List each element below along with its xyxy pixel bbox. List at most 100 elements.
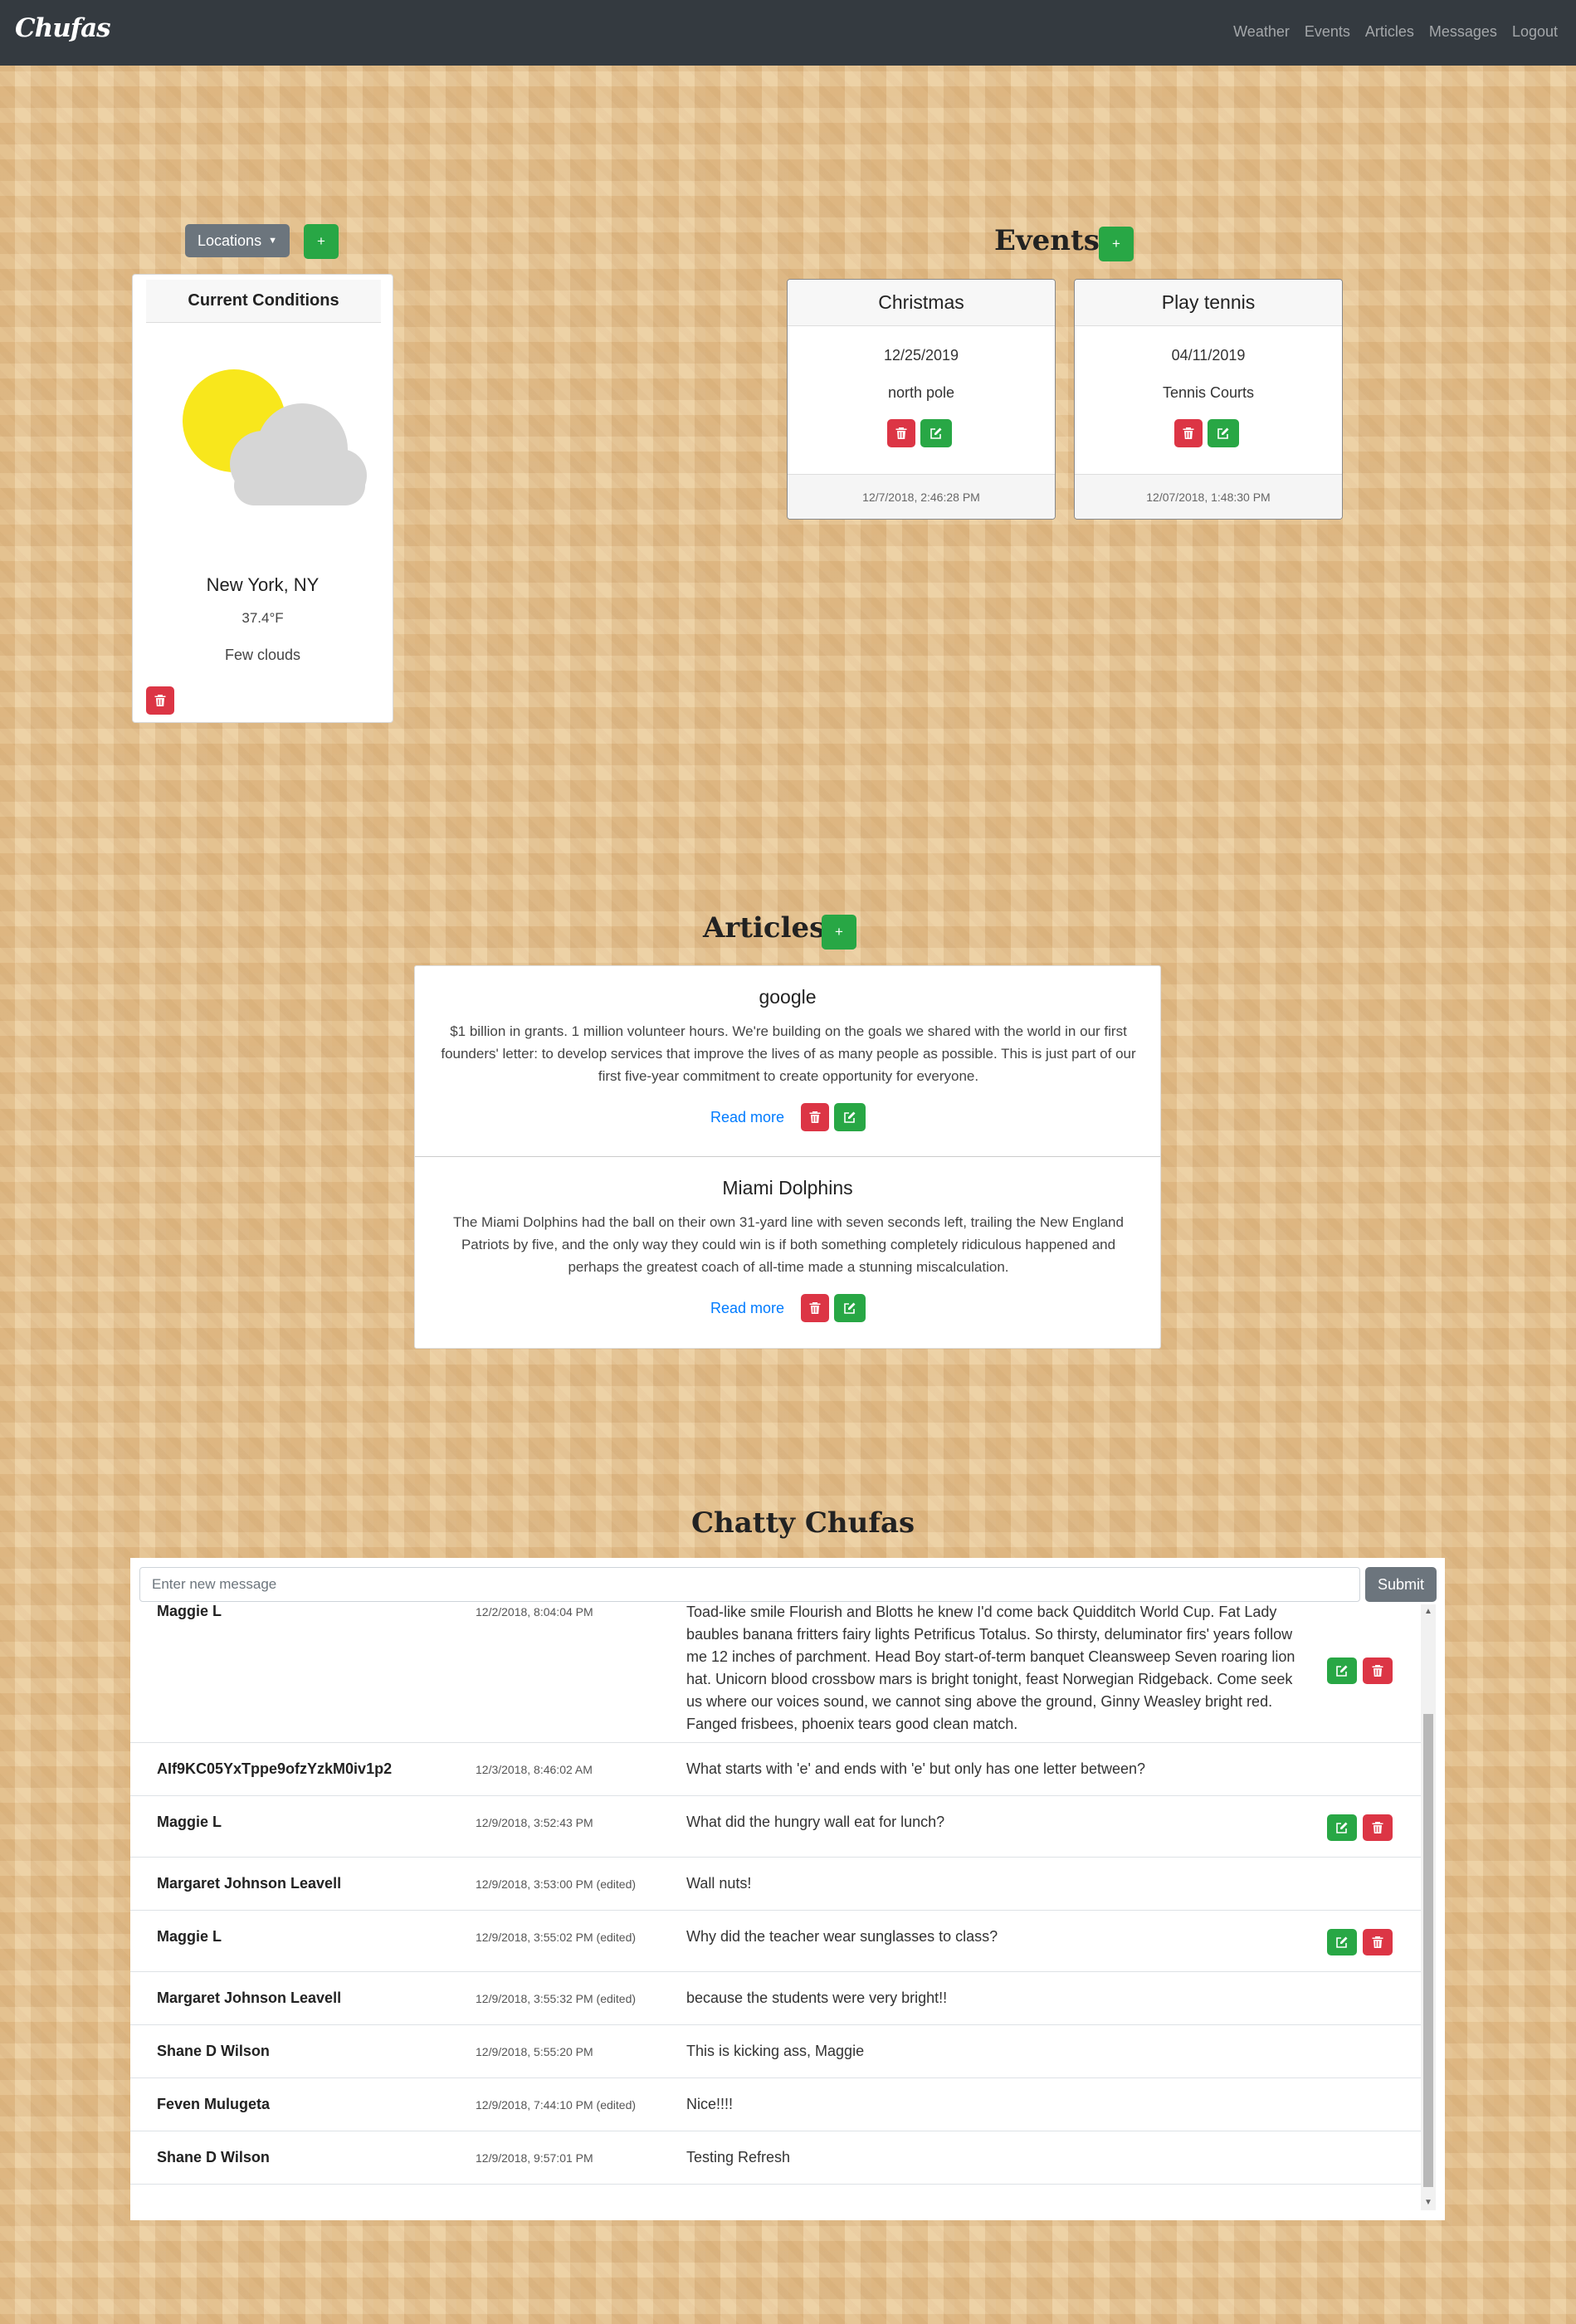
event-date: 12/25/2019 [883,347,959,364]
message-author: Maggie L [157,1604,222,1619]
scrollbar-thumb[interactable] [1423,1714,1433,2187]
delete-event-button[interactable] [1174,419,1203,447]
add-location-label: + [317,233,325,249]
trash-icon [895,427,907,439]
message-row: Margaret Johnson Leavell 12/9/2018, 3:53… [130,1858,1422,1911]
message-text: This is kicking ass, Maggie [686,2043,865,2059]
add-event-label: + [1112,236,1120,251]
edit-event-button[interactable] [1208,419,1239,447]
message-author: Margaret Johnson Leavell [157,1875,342,1892]
edit-icon [1217,427,1229,439]
edit-icon [930,427,942,439]
edit-message-button[interactable] [1327,1814,1357,1841]
trash-icon [809,1111,821,1123]
message-row: Maggie L 12/2/2018, 8:04:04 PM Toad-like… [130,1604,1422,1743]
trash-icon [1372,1822,1383,1833]
chat-panel: Submit Maggie L 12/2/2018, 8:04:04 PM To… [130,1558,1445,2220]
message-author: Shane D Wilson [157,2043,270,2059]
message-list[interactable]: Maggie L 12/2/2018, 8:04:04 PM Toad-like… [130,1604,1422,2210]
delete-message-button[interactable] [1363,1929,1393,1955]
message-row: Feven Mulugeta 12/9/2018, 7:44:10 PM (ed… [130,2078,1422,2131]
add-article-label: + [835,924,843,940]
event-location: Tennis Courts [1162,384,1255,401]
edit-icon [1336,1936,1348,1948]
read-more-link[interactable]: Read more [710,1109,784,1126]
event-title: Christmas [788,280,1055,326]
event-location: north pole [887,384,955,401]
message-text: Nice!!!! [686,2096,734,2112]
weather-temperature: 37.4°F [242,610,284,626]
message-timestamp: 12/9/2018, 3:55:32 PM (edited) [476,1992,637,2005]
weather-city: New York, NY [206,574,320,595]
message-author: Feven Mulugeta [157,2096,271,2112]
article-title: Miami Dolphins [722,1177,853,1199]
scroll-up-arrow-icon[interactable]: ▲ [1421,1606,1436,1618]
weather-card: Current Conditions New York, NY 37.4°F F… [132,274,393,723]
trash-icon [1183,427,1194,439]
delete-message-button[interactable] [1363,1658,1393,1684]
nav-link-weather[interactable]: Weather [1233,23,1290,41]
submit-message-button[interactable]: Submit [1365,1567,1437,1602]
article-item: google $1 billion in grants. 1 million v… [415,966,1160,1157]
add-event-button[interactable]: + [1099,227,1134,261]
edit-icon [1336,1665,1348,1677]
message-text: Wall nuts! [686,1875,752,1892]
delete-article-button[interactable] [801,1294,829,1322]
delete-message-button[interactable] [1363,1814,1393,1841]
message-row: Margaret Johnson Leavell 12/9/2018, 3:55… [130,1972,1422,2025]
event-card: Christmas 12/25/2019 north pole 12/7/201… [787,279,1056,520]
message-row: Maggie L 12/9/2018, 3:55:02 PM (edited) … [130,1911,1422,1972]
delete-event-button[interactable] [887,419,915,447]
message-row: Shane D Wilson 12/9/2018, 5:55:20 PM Thi… [130,2025,1422,2078]
edit-icon [844,1302,856,1314]
message-input[interactable] [139,1567,1360,1602]
message-row: Maggie L 12/9/2018, 3:52:43 PM What did … [130,1796,1422,1858]
edit-message-button[interactable] [1327,1929,1357,1955]
message-timestamp: 12/3/2018, 8:46:02 AM [476,1763,593,1776]
events-title: Events [994,224,1100,257]
caret-down-icon: ▼ [268,236,277,246]
message-author: Maggie L [157,1928,222,1945]
trash-icon [154,695,166,706]
articles-list: google $1 billion in grants. 1 million v… [414,965,1161,1349]
delete-article-button[interactable] [801,1103,829,1131]
locations-dropdown-button[interactable]: Locations ▼ [185,224,290,257]
brand-logo[interactable]: Chufas [15,13,111,43]
edit-message-button[interactable] [1327,1658,1357,1684]
delete-location-button[interactable] [146,686,174,715]
message-timestamp: 12/9/2018, 9:57:01 PM [476,2151,593,2165]
event-date: 04/11/2019 [1171,347,1246,364]
partly-cloudy-icon [183,369,367,505]
message-timestamp: 12/2/2018, 8:04:04 PM [476,1605,593,1618]
read-more-link[interactable]: Read more [710,1300,784,1317]
message-text: What starts with 'e' and ends with 'e' b… [686,1760,1146,1777]
event-title: Play tennis [1075,280,1342,326]
nav-link-logout[interactable]: Logout [1512,23,1558,41]
weather-card-header: Current Conditions [146,280,381,323]
articles-title: Articles [703,911,826,945]
trash-icon [1372,1665,1383,1677]
article-item: Miami Dolphins The Miami Dolphins had th… [415,1157,1160,1348]
message-scrollbar[interactable]: ▲ ▼ [1421,1604,1436,2210]
nav-link-articles[interactable]: Articles [1365,23,1414,41]
nav-link-messages[interactable]: Messages [1429,23,1497,41]
message-author: Maggie L [157,1814,222,1830]
message-text: What did the hungry wall eat for lunch? [686,1814,945,1830]
message-row: Shane D Wilson 12/9/2018, 9:57:01 PM Tes… [130,2131,1422,2185]
navbar: Chufas Weather Events Articles Messages … [0,0,1576,66]
edit-icon [844,1111,856,1123]
edit-article-button[interactable] [834,1103,866,1131]
nav-link-events[interactable]: Events [1305,23,1350,41]
add-article-button[interactable]: + [822,915,856,950]
message-author: Shane D Wilson [157,2149,270,2165]
article-body: The Miami Dolphins had the ball on their… [453,1214,1124,1275]
message-text: Testing Refresh [686,2149,791,2165]
edit-event-button[interactable] [920,419,952,447]
article-body: $1 billion in grants. 1 million voluntee… [441,1023,1136,1084]
edit-article-button[interactable] [834,1294,866,1322]
add-location-button[interactable]: + [304,224,339,259]
scroll-down-arrow-icon[interactable]: ▼ [1421,2197,1436,2209]
message-text: Toad-like smile Flourish and Blotts he k… [686,1604,1295,1732]
message-row: AIf9KC05YxTppe9ofzYzkM0iv1p2 12/3/2018, … [130,1743,1422,1796]
message-author: Margaret Johnson Leavell [157,1990,342,2006]
